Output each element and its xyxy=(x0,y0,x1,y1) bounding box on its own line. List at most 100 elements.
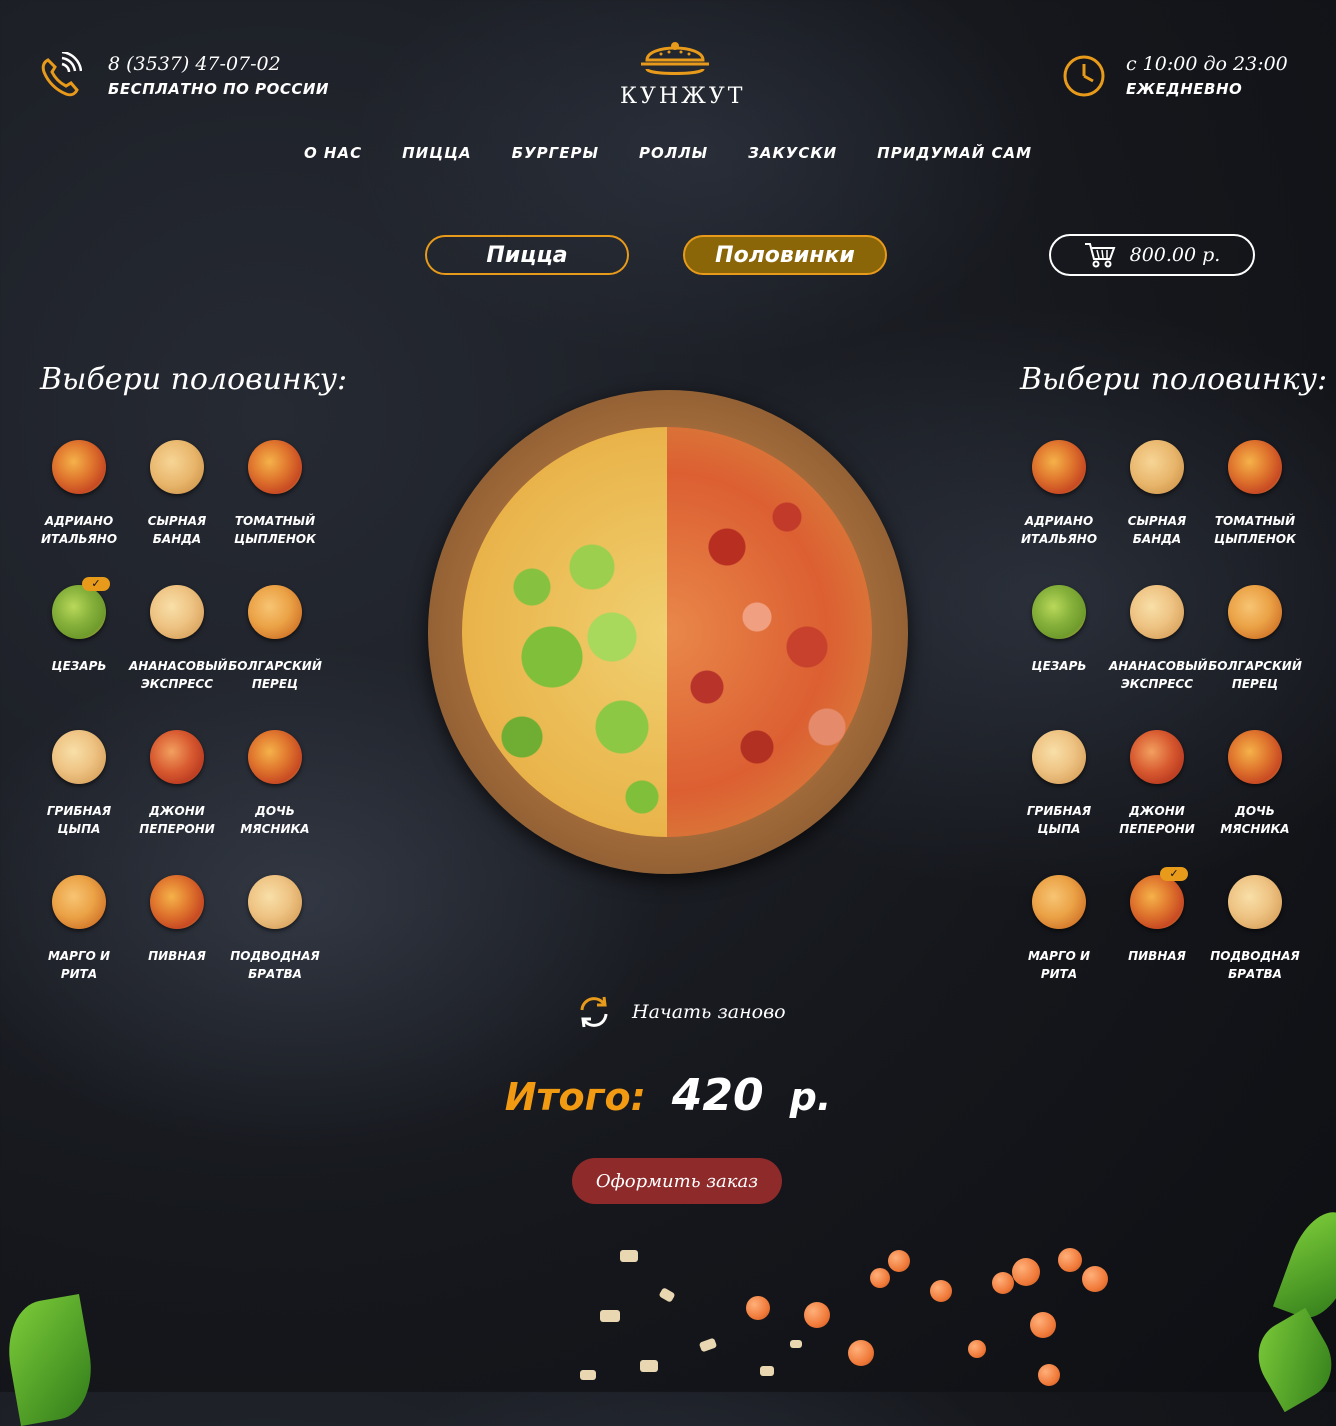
selected-check-icon: ✓ xyxy=(1160,867,1188,881)
pizza-name: Пивная xyxy=(148,949,206,963)
pizza-thumb xyxy=(248,730,302,784)
pizza-thumb xyxy=(1032,875,1086,929)
pizza-thumb xyxy=(1032,440,1086,494)
pizza-thumb xyxy=(52,875,106,929)
left-pizza-option[interactable]: Подводная братва xyxy=(226,873,324,1018)
pizza-name: Адриано Итальяно xyxy=(40,514,118,546)
pizza-name: Марго и Рита xyxy=(1027,949,1091,981)
pizza-name: Томатный цыпленок xyxy=(1214,514,1296,546)
right-pizza-option[interactable]: Томатный цыпленок xyxy=(1206,438,1304,583)
combined-pizza-preview xyxy=(462,427,872,837)
cart-button[interactable]: 800.00 р. xyxy=(1049,234,1255,276)
pizza-name: Пивная xyxy=(1128,949,1186,963)
pizza-name: Болгарский перец xyxy=(1208,659,1302,691)
header-hours: с 10:00 до 23:00 xyxy=(1126,53,1288,75)
pizza-thumb xyxy=(248,875,302,929)
right-pizza-option[interactable]: Джони пеперони xyxy=(1108,728,1206,873)
left-pizza-option[interactable]: Болгарский перец xyxy=(226,583,324,728)
pizza-thumb xyxy=(1130,440,1184,494)
nav-item-snacks[interactable]: Закуски xyxy=(748,144,837,162)
selected-check-icon: ✓ xyxy=(82,577,110,591)
pizza-name: Джони пеперони xyxy=(1119,804,1195,836)
pizza-name: Грибная цыпа xyxy=(1026,804,1092,836)
pizza-name: Ананасовый экспресс xyxy=(1109,659,1208,691)
pizza-thumb xyxy=(1032,730,1086,784)
phone-icon xyxy=(40,50,83,102)
total-currency: р. xyxy=(789,1075,832,1119)
nav-item-rolls[interactable]: Роллы xyxy=(639,144,708,162)
right-pizza-option[interactable]: Сырная банда xyxy=(1108,438,1206,583)
pizza-thumb xyxy=(1228,585,1282,639)
pizza-name: Джони пеперони xyxy=(139,804,215,836)
logo-text: КУНЖУТ xyxy=(620,84,746,109)
left-pizza-option[interactable]: Марго и Рита xyxy=(30,873,128,1018)
refresh-icon xyxy=(580,996,608,1028)
left-pizza-option[interactable]: Дочь мясника xyxy=(226,728,324,873)
logo[interactable]: КУНЖУТ xyxy=(620,38,746,109)
left-pizza-option[interactable]: Пивная xyxy=(128,873,226,1018)
pizza-thumb xyxy=(52,730,106,784)
right-pizza-option[interactable]: Дочь мясника xyxy=(1206,728,1304,873)
left-pizza-option[interactable]: Ананасовый экспресс xyxy=(128,583,228,728)
pizza-thumb xyxy=(248,440,302,494)
header-phone[interactable]: 8 (3537) 47-07-02 xyxy=(108,53,281,75)
pizza-thumb xyxy=(1228,875,1282,929)
decorative-ingredients xyxy=(0,1190,1336,1426)
right-pizza-option[interactable]: Ананасовый экспресс xyxy=(1108,583,1208,728)
restart-button[interactable]: Начать заново xyxy=(576,994,786,1030)
right-pizza-option-selected[interactable]: ✓ Пивная xyxy=(1108,867,1206,1018)
left-pizza-option-selected[interactable]: ✓ Цезарь xyxy=(30,577,128,728)
tab-halves[interactable]: Половинки xyxy=(683,235,887,275)
pizza-thumb xyxy=(248,585,302,639)
pizza-thumb xyxy=(1032,585,1086,639)
nav-item-pizza[interactable]: Пицца xyxy=(402,144,472,162)
order-total: Итого: 420 р. xyxy=(0,1070,1336,1121)
pizza-left-half xyxy=(462,427,667,837)
cart-icon xyxy=(1084,243,1116,268)
pizza-name: Марго и Рита xyxy=(47,949,111,981)
pizza-name: Подводная братва xyxy=(230,949,320,981)
right-pizza-option[interactable]: Подводная братва xyxy=(1206,873,1304,1018)
pizza-name: Дочь мясника xyxy=(240,804,310,836)
right-pizza-option[interactable]: Марго и Рита xyxy=(1010,873,1108,1018)
pizza-name: Цезарь xyxy=(51,659,107,673)
left-pizza-option[interactable]: Джони пеперони xyxy=(128,728,226,873)
total-label: Итого: xyxy=(504,1075,646,1119)
header-hours-note: ежедневно xyxy=(1126,80,1243,98)
pizza-name: Томатный цыпленок xyxy=(234,514,316,546)
right-pizza-option[interactable]: Грибная цыпа xyxy=(1010,728,1108,873)
left-pizza-option[interactable]: Томатный цыпленок xyxy=(226,438,324,583)
right-pizza-option[interactable]: Адриано Итальяно xyxy=(1010,438,1108,583)
cart-total: 800.00 р. xyxy=(1129,244,1221,266)
tab-pizza[interactable]: Пицца xyxy=(425,235,629,275)
pizza-thumb xyxy=(150,730,204,784)
pizza-thumb xyxy=(1130,730,1184,784)
clock-icon xyxy=(1062,54,1106,102)
restart-label: Начать заново xyxy=(632,1001,786,1023)
total-value: 420 xyxy=(671,1070,764,1121)
left-pizza-option[interactable]: Сырная банда xyxy=(128,438,226,583)
left-pizza-option[interactable]: Адриано Итальяно xyxy=(30,438,128,583)
pizza-right-half xyxy=(667,427,872,837)
nav-item-custom[interactable]: Придумай сам xyxy=(877,144,1032,162)
nav-item-burgers[interactable]: Бургеры xyxy=(512,144,599,162)
pizza-thumb xyxy=(52,585,106,639)
left-pizza-option[interactable]: Грибная цыпа xyxy=(30,728,128,873)
burger-logo-icon xyxy=(641,42,709,75)
right-pizza-option[interactable]: Цезарь xyxy=(1010,583,1108,728)
pizza-thumb xyxy=(150,585,204,639)
pizza-thumb xyxy=(150,875,204,929)
pizza-name: Дочь мясника xyxy=(1220,804,1290,836)
pizza-name: Грибная цыпа xyxy=(46,804,112,836)
pizza-thumb xyxy=(1130,875,1184,929)
pizza-name: Болгарский перец xyxy=(228,659,322,691)
pizza-name: Адриано Итальяно xyxy=(1020,514,1098,546)
pizza-thumb xyxy=(1130,585,1184,639)
nav-item-about[interactable]: О нас xyxy=(304,144,362,162)
pizza-name: Ананасовый экспресс xyxy=(129,659,228,691)
left-panel-title: Выбери половинку: xyxy=(40,362,348,397)
pizza-thumb xyxy=(1228,730,1282,784)
header-phone-note: бесплатно по россии xyxy=(108,80,329,98)
pizza-name: Сырная банда xyxy=(147,514,207,546)
right-pizza-option[interactable]: Болгарский перец xyxy=(1206,583,1304,728)
